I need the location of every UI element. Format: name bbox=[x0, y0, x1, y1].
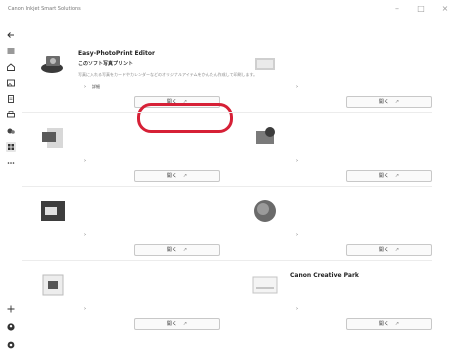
photo-icon[interactable] bbox=[6, 78, 16, 88]
card-details-toggle[interactable]: › bbox=[296, 84, 304, 90]
open-button-label: 開く bbox=[378, 247, 389, 253]
app-card: › 開く ↗ bbox=[30, 260, 230, 334]
card-details-toggle[interactable]: › bbox=[296, 232, 304, 238]
open-button[interactable]: 開く ↗ bbox=[134, 244, 220, 256]
apps-grid-icon[interactable] bbox=[6, 142, 16, 152]
account-icon[interactable] bbox=[6, 322, 16, 332]
app-card: › 開く ↗ bbox=[30, 186, 230, 260]
back-arrow-icon[interactable] bbox=[6, 30, 16, 40]
open-button-label: 開く bbox=[378, 173, 389, 179]
app-card-canon-creative-park: Canon Creative Park › 開く ↗ bbox=[242, 260, 442, 334]
card-title: Easy-PhotoPrint Editor bbox=[78, 50, 155, 57]
app-icon bbox=[250, 122, 280, 152]
easy-photoprint-editor-icon bbox=[38, 48, 68, 78]
card-description: 写真に入れる写真をカードやカレンダーなどのオリジナルアイテムをかんたん作成して印… bbox=[78, 72, 258, 77]
open-button[interactable]: 開く ↗ bbox=[134, 318, 220, 330]
open-button-label: 開く bbox=[166, 321, 177, 327]
row-divider bbox=[22, 112, 432, 113]
card-details-toggle[interactable]: › bbox=[296, 158, 304, 164]
chevron-right-icon: › bbox=[84, 232, 86, 238]
card-subtitle: このソフト写真プリント bbox=[78, 61, 134, 67]
app-icon bbox=[250, 48, 280, 78]
app-icon bbox=[38, 270, 68, 300]
external-link-icon: ↗ bbox=[394, 321, 400, 327]
scan-icon[interactable] bbox=[6, 126, 16, 136]
canon-creative-park-icon bbox=[250, 270, 280, 300]
chevron-right-icon: › bbox=[296, 84, 298, 90]
external-link-icon: ↗ bbox=[394, 173, 400, 179]
app-card: › 開く ↗ bbox=[242, 38, 442, 112]
open-button-label: 開く bbox=[166, 173, 177, 179]
details-label: 詳細 bbox=[92, 84, 100, 89]
window-controls: – □ × bbox=[392, 4, 450, 13]
external-link-icon: ↗ bbox=[182, 173, 188, 179]
settings-icon[interactable] bbox=[6, 340, 16, 350]
app-icon bbox=[38, 122, 68, 152]
row-divider bbox=[22, 260, 432, 261]
maximize-button[interactable]: □ bbox=[416, 4, 426, 13]
app-card: › 開く ↗ bbox=[242, 112, 442, 186]
app-icon bbox=[38, 196, 68, 226]
add-icon[interactable] bbox=[6, 304, 16, 314]
external-link-icon: ↗ bbox=[182, 321, 188, 327]
highlight-ring bbox=[137, 103, 233, 133]
open-button[interactable]: 開く ↗ bbox=[346, 96, 432, 108]
open-button[interactable]: 開く ↗ bbox=[134, 170, 220, 182]
external-link-icon: ↗ bbox=[394, 247, 400, 253]
open-button[interactable]: 開く ↗ bbox=[346, 318, 432, 330]
chevron-right-icon: › bbox=[84, 306, 86, 312]
app-card-easy-photoprint-editor: Easy-PhotoPrint Editor このソフト写真プリント 写真に入れ… bbox=[30, 38, 257, 112]
printer-icon[interactable] bbox=[6, 110, 16, 120]
sidebar bbox=[0, 20, 22, 354]
chevron-right-icon: › bbox=[296, 306, 298, 312]
minimize-button[interactable]: – bbox=[392, 4, 402, 13]
more-icon[interactable] bbox=[6, 158, 16, 168]
title-bar: Canon Inkjet Smart Solutions – □ × bbox=[0, 0, 456, 20]
open-button[interactable]: 開く ↗ bbox=[346, 244, 432, 256]
card-details-toggle[interactable]: › bbox=[84, 306, 92, 312]
menu-icon[interactable] bbox=[6, 46, 16, 56]
external-link-icon: ↗ bbox=[182, 247, 188, 253]
app-card: › 開く ↗ bbox=[242, 186, 442, 260]
close-button[interactable]: × bbox=[440, 4, 450, 13]
row-divider bbox=[22, 186, 432, 187]
external-link-icon: ↗ bbox=[394, 99, 400, 105]
document-icon[interactable] bbox=[6, 94, 16, 104]
open-button-label: 開く bbox=[378, 99, 389, 105]
app-icon bbox=[250, 196, 280, 226]
open-button[interactable]: 開く ↗ bbox=[346, 170, 432, 182]
chevron-right-icon: › bbox=[84, 84, 86, 90]
chevron-right-icon: › bbox=[296, 232, 298, 238]
card-title: Canon Creative Park bbox=[290, 272, 359, 279]
window-title: Canon Inkjet Smart Solutions bbox=[8, 6, 81, 12]
card-details-toggle[interactable]: › bbox=[84, 232, 92, 238]
card-details-toggle[interactable]: › 詳細 bbox=[84, 84, 100, 90]
chevron-right-icon: › bbox=[296, 158, 298, 164]
app-list: Easy-PhotoPrint Editor このソフト写真プリント 写真に入れ… bbox=[22, 20, 456, 354]
open-button-label: 開く bbox=[166, 247, 177, 253]
chevron-right-icon: › bbox=[84, 158, 86, 164]
card-details-toggle[interactable]: › bbox=[84, 158, 92, 164]
open-button-label: 開く bbox=[378, 321, 389, 327]
home-icon[interactable] bbox=[6, 62, 16, 72]
card-details-toggle[interactable]: › bbox=[296, 306, 304, 312]
